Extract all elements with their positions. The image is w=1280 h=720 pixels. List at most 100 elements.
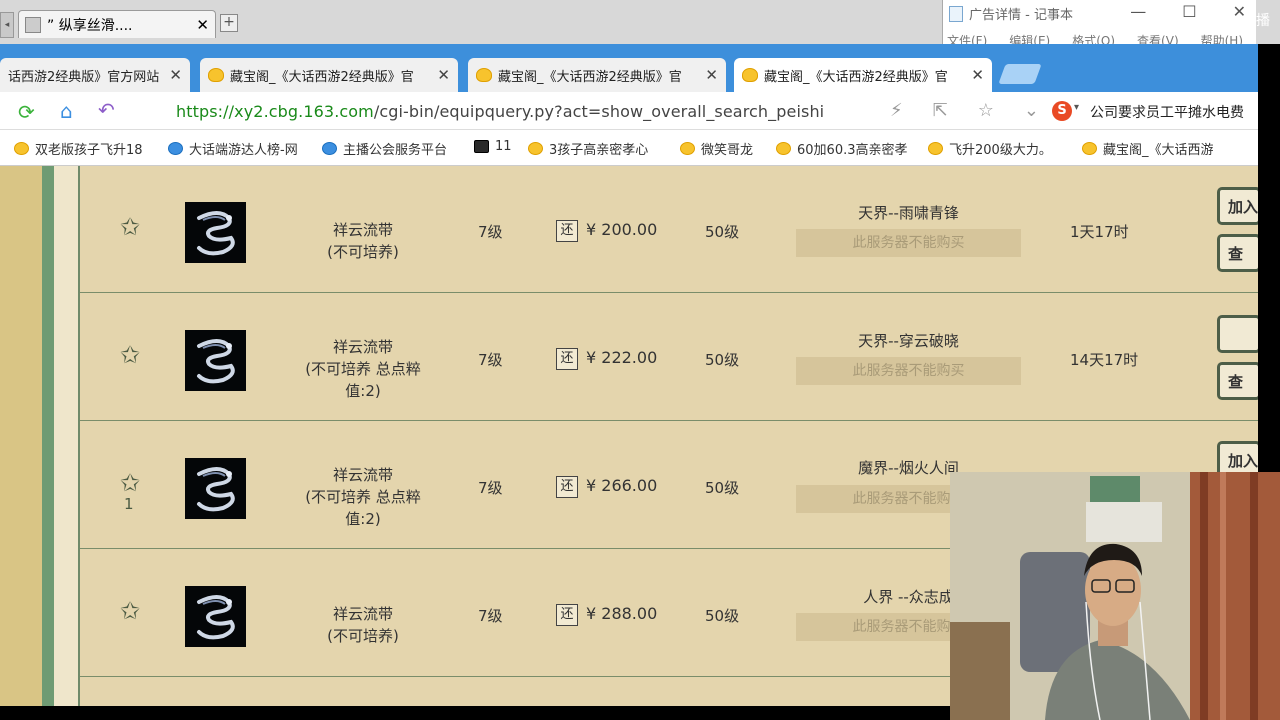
favorite-star-icon[interactable]: ✩ bbox=[118, 469, 142, 497]
chick-icon bbox=[742, 68, 758, 82]
bargain-icon[interactable]: 还 bbox=[556, 220, 578, 242]
tab-close-icon[interactable]: ✕ bbox=[705, 66, 718, 84]
bargain-icon[interactable]: 还 bbox=[556, 476, 578, 498]
item-price: ¥ 266.00 bbox=[586, 476, 658, 495]
tab-close-icon[interactable]: ✕ bbox=[437, 66, 450, 84]
item-thumbnail[interactable] bbox=[185, 586, 246, 647]
item-name[interactable]: 祥云流带 (不可培养) bbox=[280, 219, 446, 263]
browser-tab-bar: 话西游2经典版》官方网站 ✕ 藏宝阁_《大话西游2经典版》官 ✕ 藏宝阁_《大话… bbox=[0, 44, 1258, 92]
caret-down-icon[interactable]: ▾ bbox=[1074, 102, 1079, 113]
window-tab[interactable]: ” 纵享丝滑.... ✕ bbox=[18, 10, 216, 38]
item-name-line: (不可培养 总点粹 bbox=[305, 360, 421, 378]
table-row: ✩ 祥云流带 (不可培养) 7级 还 ¥ 200.00 50级 天界--雨啸青锋此服务器不能购… bbox=[80, 166, 1258, 293]
item-price: ¥ 200.00 bbox=[586, 220, 658, 239]
chick-icon bbox=[776, 142, 791, 155]
undo-icon[interactable]: ↶ bbox=[98, 98, 115, 122]
chick-icon bbox=[14, 142, 29, 155]
bargain-icon[interactable]: 还 bbox=[556, 348, 578, 370]
time-remaining: 14天17时 bbox=[1070, 351, 1139, 369]
notepad-title: 广告详情 - 记事本 bbox=[969, 8, 1073, 23]
webcam-overlay bbox=[950, 472, 1280, 720]
item-name[interactable]: 祥云流带 (不可培养 总点粹 值:2) bbox=[280, 464, 446, 530]
bookmark-item[interactable]: 双老版孩子飞升18 bbox=[14, 139, 143, 158]
bookmark-item[interactable]: 11 bbox=[474, 139, 512, 154]
dragon-sash-icon bbox=[185, 458, 246, 519]
bookmarks-bar: 双老版孩子飞升18 大话端游达人榜-网 主播公会服务平台 11 3孩子高亲密孝心… bbox=[0, 130, 1258, 166]
browser-tab-active[interactable]: 藏宝阁_《大话西游2经典版》官 ✕ bbox=[734, 58, 992, 92]
minimize-button[interactable]: — bbox=[1130, 2, 1146, 21]
item-name-line: (不可培养 总点粹 bbox=[305, 488, 421, 506]
view-button[interactable]: 查 bbox=[1217, 234, 1258, 272]
tab-label: 藏宝阁_《大话西游2经典版》官 bbox=[498, 69, 682, 85]
window-new-tab-button[interactable]: + bbox=[220, 14, 238, 32]
bookmark-item[interactable]: 微笑哥龙 bbox=[680, 139, 753, 158]
url-field[interactable]: https://xy2.cbg.163.com/cgi-bin/equipque… bbox=[176, 102, 824, 121]
bookmark-item[interactable]: 藏宝阁_《大话西游 bbox=[1082, 139, 1214, 158]
bookmark-label: 3孩子高亲密孝心 bbox=[549, 143, 649, 158]
item-thumbnail[interactable] bbox=[185, 202, 246, 263]
add-to-cart-button[interactable]: 加入 bbox=[1217, 187, 1258, 225]
bookmark-item[interactable]: 3孩子高亲密孝心 bbox=[528, 139, 648, 158]
tab-close-icon[interactable]: ✕ bbox=[169, 66, 182, 84]
window-tab-close-icon[interactable]: ✕ bbox=[196, 16, 209, 34]
item-level: 7级 bbox=[478, 223, 503, 241]
blue-icon bbox=[168, 142, 183, 155]
favorite-star-icon[interactable]: ✩ bbox=[118, 213, 142, 241]
left-rail bbox=[42, 166, 54, 706]
item-name[interactable]: 祥云流带 (不可培养) bbox=[280, 603, 446, 647]
close-button[interactable]: ✕ bbox=[1233, 2, 1246, 21]
url-host: https://xy2.cbg.163.com bbox=[176, 102, 374, 121]
favorite-star-icon[interactable]: ✩ bbox=[118, 597, 142, 625]
bookmark-label: 11 bbox=[495, 139, 512, 154]
bargain-icon[interactable]: 还 bbox=[556, 604, 578, 626]
item-name[interactable]: 祥云流带 (不可培养 总点粹 值:2) bbox=[280, 336, 446, 402]
refresh-icon[interactable]: ⟳ bbox=[18, 100, 35, 124]
dragon-sash-icon bbox=[185, 330, 246, 391]
bookmark-label: 藏宝阁_《大话西游 bbox=[1103, 143, 1214, 158]
chevron-down-icon[interactable]: ⌄ bbox=[1024, 100, 1039, 121]
left-border bbox=[54, 166, 80, 706]
browser-tab[interactable]: 藏宝阁_《大话西游2经典版》官 ✕ bbox=[200, 58, 458, 92]
tab-label: 藏宝阁_《大话西游2经典版》官 bbox=[230, 69, 414, 85]
lightning-icon[interactable]: ⚡ bbox=[890, 100, 903, 121]
maximize-button[interactable]: ☐ bbox=[1182, 2, 1196, 21]
notepad-window: 广告详情 - 记事本 — ☐ ✕ 文件(F) 编辑(E) 格式(O) 查看(V)… bbox=[942, 0, 1256, 48]
favorite-star-icon[interactable]: ✩ bbox=[118, 341, 142, 369]
chick-icon bbox=[680, 142, 695, 155]
item-level: 7级 bbox=[478, 607, 503, 625]
item-required-level: 50级 bbox=[705, 223, 740, 241]
share-icon[interactable]: ⇱ bbox=[933, 100, 948, 121]
search-input[interactable]: 公司要求员工平摊水电费 bbox=[1090, 102, 1244, 122]
add-to-cart-button[interactable] bbox=[1217, 315, 1258, 353]
item-thumbnail[interactable] bbox=[185, 330, 246, 391]
bookmark-item[interactable]: 60加60.3高亲密孝 bbox=[776, 139, 908, 158]
search-engine-icon[interactable]: S bbox=[1052, 101, 1072, 121]
tab-label: 话西游2经典版》官方网站 bbox=[8, 69, 160, 85]
address-bar-row: ⟳ ⌂ ↶ https://xy2.cbg.163.com/cgi-bin/eq… bbox=[0, 92, 1258, 130]
item-name-line: 祥云流带 bbox=[332, 605, 393, 623]
item-required-level: 50级 bbox=[705, 479, 740, 497]
home-icon[interactable]: ⌂ bbox=[60, 99, 73, 123]
bookmark-item[interactable]: 主播公会服务平台 bbox=[322, 139, 447, 158]
button-label: 查 bbox=[1228, 373, 1244, 391]
tab-close-icon[interactable]: ✕ bbox=[971, 66, 984, 84]
browser-tab[interactable]: 话西游2经典版》官方网站 ✕ bbox=[0, 58, 190, 92]
item-thumbnail[interactable] bbox=[185, 458, 246, 519]
cannot-buy-notice: 此服务器不能购买 bbox=[796, 229, 1021, 257]
item-level: 7级 bbox=[478, 479, 503, 497]
bookmark-item[interactable]: 飞升200级大力。 bbox=[928, 139, 1052, 158]
button-label: 查 bbox=[1228, 245, 1244, 263]
tab-label: 藏宝阁_《大话西游2经典版》官 bbox=[764, 69, 948, 85]
item-server: 天界--雨啸青锋 bbox=[858, 204, 959, 222]
edge-char: 播 bbox=[1256, 13, 1270, 29]
left-background bbox=[0, 166, 44, 706]
button-label: 加入 bbox=[1228, 198, 1258, 216]
bookmark-star-icon[interactable]: ☆ bbox=[978, 100, 994, 121]
chick-icon bbox=[208, 68, 224, 82]
bookmark-item[interactable]: 大话端游达人榜-网 bbox=[168, 139, 298, 158]
browser-tab[interactable]: 藏宝阁_《大话西游2经典版》官 ✕ bbox=[468, 58, 726, 92]
cannot-buy-notice: 此服务器不能购买 bbox=[796, 357, 1021, 385]
new-tab-button[interactable] bbox=[998, 64, 1042, 84]
tab-scroll-left-button[interactable]: ◂ bbox=[0, 12, 14, 38]
view-button[interactable]: 查 bbox=[1217, 362, 1258, 400]
